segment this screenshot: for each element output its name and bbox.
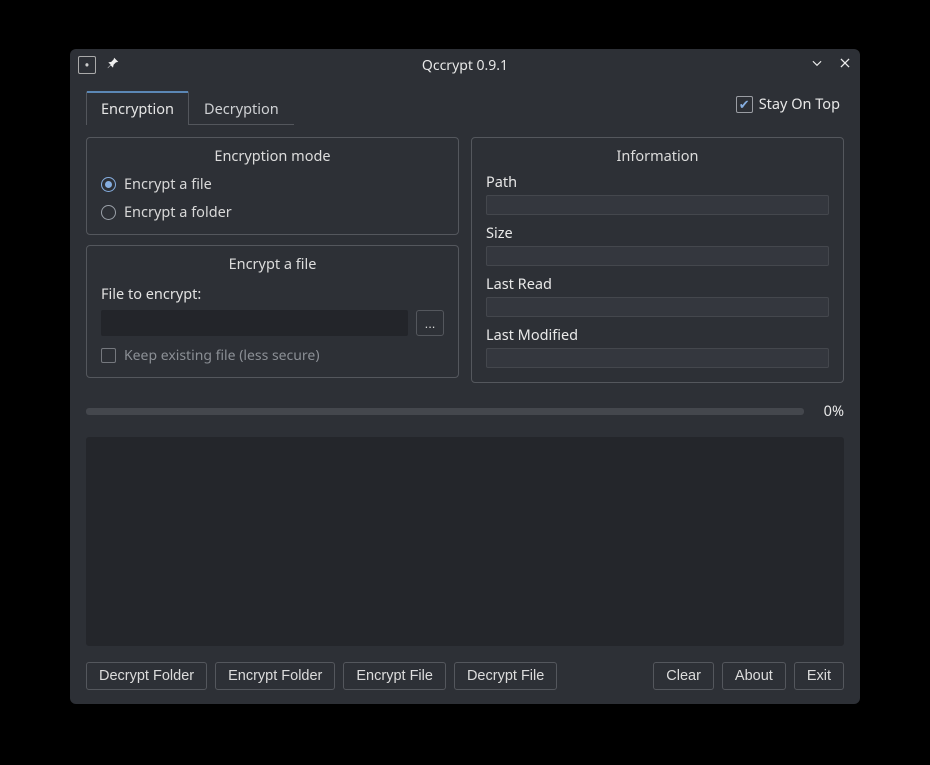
checkbox-icon xyxy=(736,96,753,113)
radio-icon xyxy=(101,177,116,192)
bottom-bar: Decrypt Folder Encrypt Folder Encrypt Fi… xyxy=(86,662,844,690)
info-path-field: Path xyxy=(486,172,829,215)
progress-row: 0% xyxy=(86,401,844,421)
window-body: Encryption Decryption Stay On Top Encryp… xyxy=(70,81,860,704)
info-size-value xyxy=(486,246,829,266)
info-size-field: Size xyxy=(486,223,829,266)
clear-button[interactable]: Clear xyxy=(653,662,714,690)
info-last-modified-field: Last Modified xyxy=(486,325,829,368)
minimize-button[interactable] xyxy=(810,56,824,75)
radio-icon xyxy=(101,205,116,220)
encrypt-file-group: Encrypt a file File to encrypt: ... Keep… xyxy=(86,245,459,378)
titlebar-left: • xyxy=(78,56,120,75)
keep-existing-checkbox[interactable]: Keep existing file (less secure) xyxy=(101,346,444,365)
radio-encrypt-file-label: Encrypt a file xyxy=(124,174,212,194)
encryption-mode-title: Encryption mode xyxy=(101,146,444,166)
info-last-read-field: Last Read xyxy=(486,274,829,317)
close-button[interactable] xyxy=(838,56,852,75)
pin-icon[interactable] xyxy=(106,56,120,75)
info-path-label: Path xyxy=(486,172,829,192)
exit-button[interactable]: Exit xyxy=(794,662,844,690)
stay-on-top-checkbox[interactable]: Stay On Top xyxy=(736,91,844,114)
file-path-input[interactable] xyxy=(101,310,408,336)
info-last-modified-value xyxy=(486,348,829,368)
about-button[interactable]: About xyxy=(722,662,786,690)
top-row: Encryption Decryption Stay On Top xyxy=(86,91,844,125)
info-last-modified-label: Last Modified xyxy=(486,325,829,345)
keep-existing-label: Keep existing file (less secure) xyxy=(124,346,320,365)
info-path-value xyxy=(486,195,829,215)
tab-encryption[interactable]: Encryption xyxy=(86,91,189,125)
app-window: • Qccrypt 0.9.1 Encryption Decryption St… xyxy=(70,49,860,704)
panel-area: Encryption mode Encrypt a file Encrypt a… xyxy=(86,137,844,383)
file-to-encrypt-label: File to encrypt: xyxy=(101,284,444,304)
titlebar[interactable]: • Qccrypt 0.9.1 xyxy=(70,49,860,81)
app-icon: • xyxy=(78,56,96,74)
tab-bar: Encryption Decryption xyxy=(86,91,294,125)
tab-decryption[interactable]: Decryption xyxy=(189,91,294,124)
left-column: Encryption mode Encrypt a file Encrypt a… xyxy=(86,137,459,383)
info-last-read-label: Last Read xyxy=(486,274,829,294)
encryption-mode-options: Encrypt a file Encrypt a folder xyxy=(101,172,444,222)
file-input-row: ... xyxy=(101,310,444,336)
window-title: Qccrypt 0.9.1 xyxy=(70,56,860,75)
information-title: Information xyxy=(486,146,829,166)
log-output[interactable] xyxy=(86,437,844,646)
info-size-label: Size xyxy=(486,223,829,243)
encrypt-file-button[interactable]: Encrypt File xyxy=(343,662,446,690)
information-group: Information Path Size Last Read Last xyxy=(471,137,844,383)
progress-percent: 0% xyxy=(814,401,844,421)
radio-encrypt-file[interactable]: Encrypt a file xyxy=(101,174,444,194)
right-column: Information Path Size Last Read Last xyxy=(471,137,844,383)
decrypt-folder-button[interactable]: Decrypt Folder xyxy=(86,662,207,690)
encrypt-folder-button[interactable]: Encrypt Folder xyxy=(215,662,335,690)
checkbox-icon xyxy=(101,348,116,363)
radio-encrypt-folder[interactable]: Encrypt a folder xyxy=(101,202,444,222)
encryption-mode-group: Encryption mode Encrypt a file Encrypt a… xyxy=(86,137,459,235)
info-last-read-value xyxy=(486,297,829,317)
decrypt-file-button[interactable]: Decrypt File xyxy=(454,662,557,690)
encrypt-file-title: Encrypt a file xyxy=(101,254,444,274)
titlebar-right xyxy=(810,56,852,75)
progress-bar xyxy=(86,408,804,415)
radio-encrypt-folder-label: Encrypt a folder xyxy=(124,202,232,222)
stay-on-top-label: Stay On Top xyxy=(759,94,840,114)
browse-button[interactable]: ... xyxy=(416,310,444,336)
